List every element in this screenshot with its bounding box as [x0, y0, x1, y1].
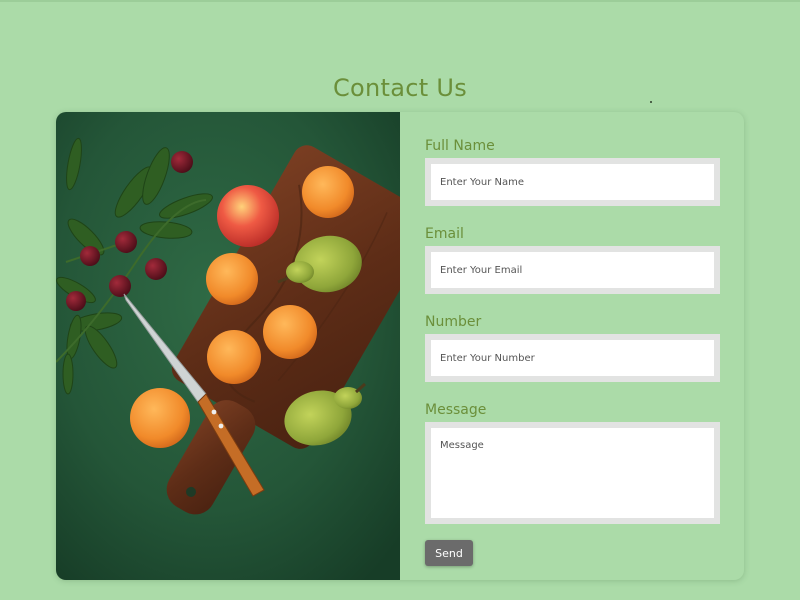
decorative-dot: [650, 101, 652, 103]
page-title: Contact Us: [332, 74, 468, 102]
email-input[interactable]: [425, 246, 720, 294]
fruit-cutting-board-photo: [56, 112, 400, 580]
number-label: Number: [425, 314, 482, 330]
contact-card: Full Name Email Number Message Send: [56, 112, 744, 580]
contact-page: Contact Us Full Name Enter Your Name Ema…: [0, 0, 800, 600]
message-textarea[interactable]: [425, 422, 720, 524]
full-name-label: Full Name: [425, 138, 495, 154]
number-input[interactable]: [425, 334, 720, 382]
send-button[interactable]: Send: [425, 540, 473, 566]
email-label: Email: [425, 226, 464, 242]
full-name-input[interactable]: [425, 158, 720, 206]
message-label: Message: [425, 402, 487, 418]
contact-form: Full Name Email Number Message Send: [400, 112, 744, 580]
